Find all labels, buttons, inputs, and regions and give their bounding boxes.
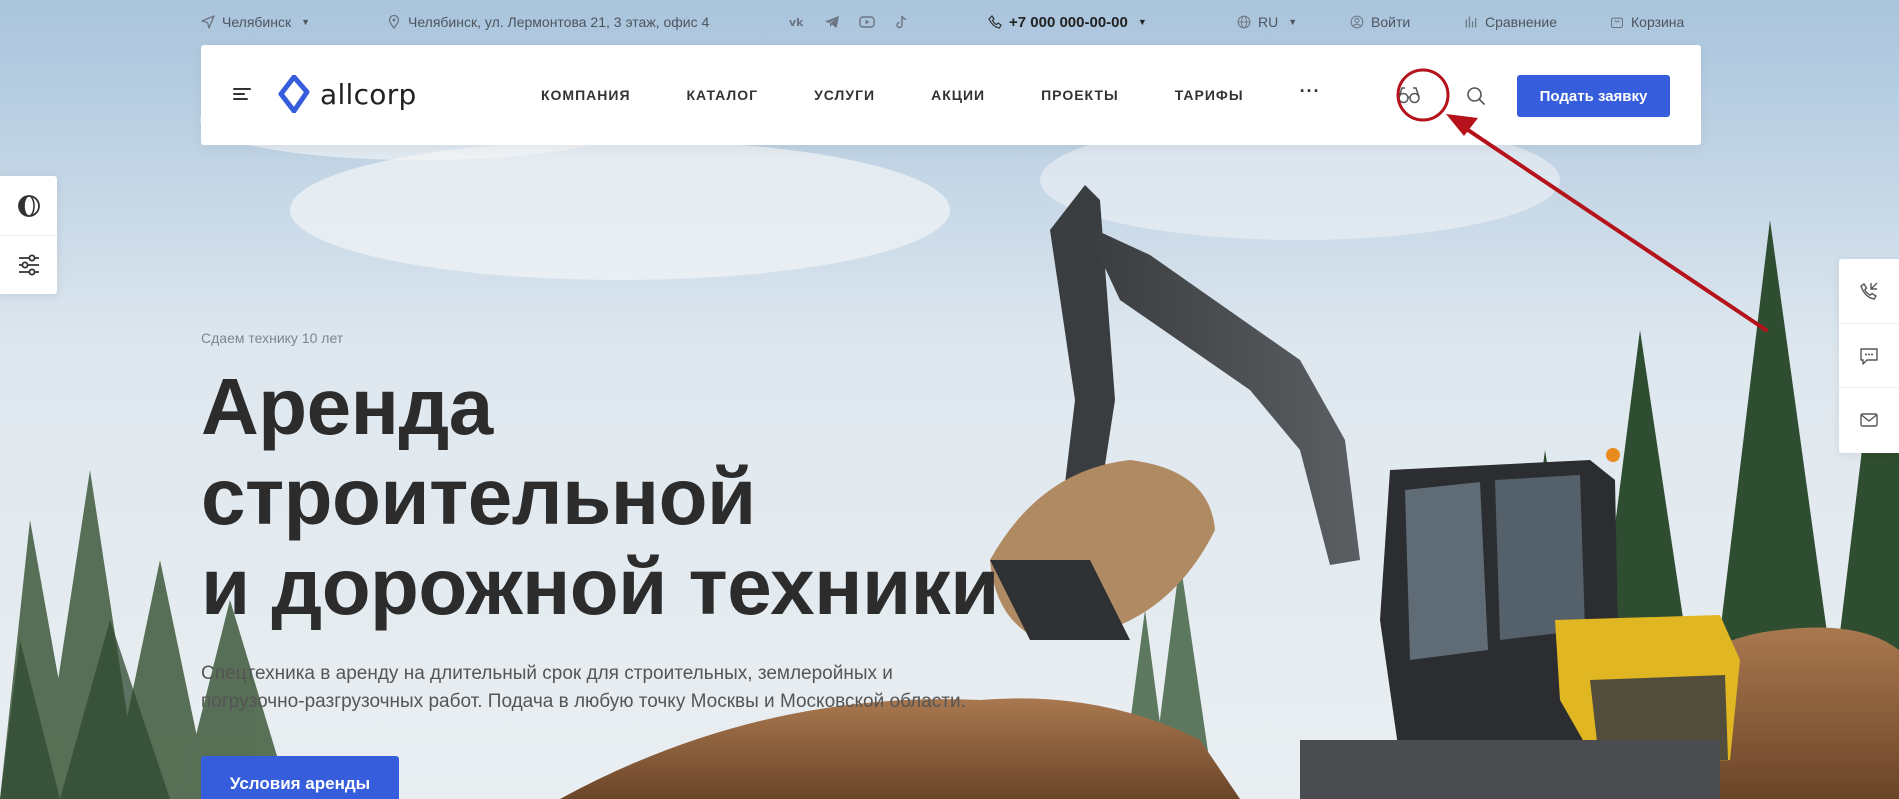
main-nav: КОМПАНИЯ КАТАЛОГ УСЛУГИ АКЦИИ ПРОЕКТЫ ТА… xyxy=(541,45,1321,145)
map-pin-icon xyxy=(388,15,400,29)
cart-bag-icon xyxy=(1611,17,1623,28)
social-links: vk xyxy=(789,15,910,29)
compare-label: Сравнение xyxy=(1485,14,1557,30)
cart-label: Корзина xyxy=(1631,14,1685,30)
globe-icon xyxy=(1237,15,1251,29)
chat-button[interactable] xyxy=(1839,323,1899,387)
vk-icon[interactable]: vk xyxy=(789,15,805,29)
nav-item-catalog[interactable]: КАТАЛОГ xyxy=(687,87,759,103)
nav-item-tariffs[interactable]: ТАРИФЫ xyxy=(1175,87,1244,103)
accessibility-glasses-button[interactable] xyxy=(1397,84,1421,106)
hamburger-menu-icon[interactable] xyxy=(233,88,251,102)
user-icon xyxy=(1350,15,1364,29)
chat-icon xyxy=(1860,347,1878,365)
top-info-bar: Челябинск ▼ Челябинск, ул. Лермонтова 21… xyxy=(201,0,1700,44)
mail-icon xyxy=(1860,412,1878,427)
search-icon xyxy=(1467,87,1486,106)
logo[interactable]: allcorp xyxy=(278,75,417,113)
cart-link[interactable]: Корзина xyxy=(1610,14,1684,30)
theme-toggle-button[interactable] xyxy=(0,176,57,235)
city-selector[interactable]: Челябинск ▼ xyxy=(201,14,310,30)
hero-section: Сдаем технику 10 лет Аренда строительной… xyxy=(201,330,1061,799)
svg-text:vk: vk xyxy=(789,16,804,29)
hero-title: Аренда строительной и дорожной техники xyxy=(201,362,1061,632)
hero-kicker: Сдаем технику 10 лет xyxy=(201,330,344,346)
nav-item-promotions[interactable]: АКЦИИ xyxy=(931,87,985,103)
left-side-panel xyxy=(0,176,57,294)
main-header: allcorp КОМПАНИЯ КАТАЛОГ УСЛУГИ АКЦИИ ПР… xyxy=(201,45,1701,145)
bar-chart-icon xyxy=(1465,16,1477,28)
address: Челябинск, ул. Лермонтова 21, 3 этаж, оф… xyxy=(387,14,709,30)
logo-mark-icon xyxy=(278,75,310,113)
telegram-icon[interactable] xyxy=(824,15,840,29)
rental-terms-button[interactable]: Условия аренды xyxy=(201,756,399,799)
hero-title-line-1: Аренда строительной xyxy=(201,362,756,541)
settings-sliders-icon xyxy=(18,254,39,276)
phone-number: +7 000 000-00-00 xyxy=(1009,13,1128,31)
glasses-icon xyxy=(1398,87,1420,104)
mail-button[interactable] xyxy=(1839,387,1899,451)
theme-toggle-icon xyxy=(17,194,40,217)
right-side-panel xyxy=(1839,259,1899,453)
youtube-icon[interactable] xyxy=(859,15,875,29)
login-link[interactable]: Войти xyxy=(1350,14,1410,30)
logo-text: allcorp xyxy=(320,77,417,111)
city-label: Челябинск xyxy=(222,14,292,30)
callback-button[interactable] xyxy=(1839,259,1899,323)
nav-item-projects[interactable]: ПРОЕКТЫ xyxy=(1041,87,1119,103)
nav-more-button[interactable]: ··· xyxy=(1300,81,1321,102)
hero-title-line-2: и дорожной техники xyxy=(201,542,999,631)
tiktok-icon[interactable] xyxy=(894,15,910,29)
submit-request-button[interactable]: Подать заявку xyxy=(1517,75,1670,117)
chevron-down-icon: ▼ xyxy=(301,17,311,27)
hero-description: Спецтехника в аренду на длительный срок … xyxy=(201,663,966,712)
phone-icon xyxy=(988,15,1002,29)
phone-selector[interactable]: +7 000 000-00-00 ▼ xyxy=(988,14,1147,31)
callback-phone-icon xyxy=(1860,282,1878,300)
settings-button[interactable] xyxy=(0,235,57,294)
login-label: Войти xyxy=(1371,14,1411,30)
compare-link[interactable]: Сравнение xyxy=(1464,14,1557,30)
search-button[interactable] xyxy=(1466,86,1486,106)
chevron-down-icon: ▼ xyxy=(1137,17,1147,27)
location-arrow-icon xyxy=(201,15,215,29)
language-label: RU xyxy=(1258,14,1279,30)
address-text: Челябинск, ул. Лермонтова 21, 3 этаж, оф… xyxy=(408,14,710,30)
language-selector[interactable]: RU ▼ xyxy=(1237,14,1297,30)
chevron-down-icon: ▼ xyxy=(1288,17,1298,27)
nav-item-company[interactable]: КОМПАНИЯ xyxy=(541,87,631,103)
nav-item-services[interactable]: УСЛУГИ xyxy=(814,87,875,103)
